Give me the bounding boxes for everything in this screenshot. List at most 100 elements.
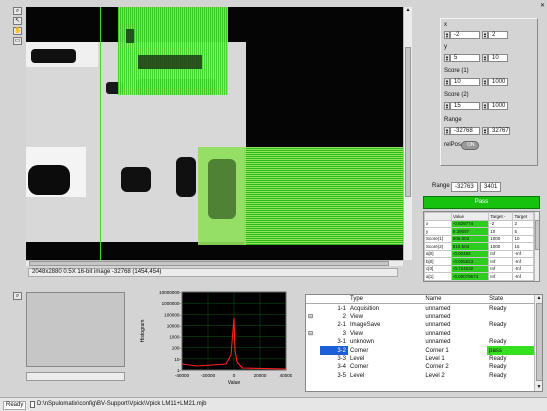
steps-row[interactable]: 1-1 Acquisition unnamed Ready (306, 304, 534, 313)
expand-icon[interactable] (306, 355, 320, 363)
results-header-cell[interactable]: Value (450, 212, 490, 221)
scroll-thumb[interactable] (405, 47, 411, 197)
step-type: Level (350, 372, 365, 379)
expand-icon[interactable] (306, 346, 320, 354)
score2-min-input[interactable]: 15 (450, 102, 480, 110)
rectangle-tool-icon[interactable]: ▭ (13, 37, 22, 45)
results-cell: -0.00484 (450, 249, 490, 258)
expand-icon[interactable] (306, 321, 320, 329)
results-cell: a[0] (424, 249, 452, 258)
steps-header-cell[interactable]: State (487, 295, 534, 305)
pan-tool-icon[interactable]: ✋ (13, 27, 22, 35)
results-row[interactable]: Score(2) 816.504 1000 15 (424, 242, 534, 251)
x-label: x (444, 22, 447, 28)
y-max-input[interactable]: 10 (488, 54, 508, 62)
results-row[interactable]: b[1]0.000956Inf-Inf (424, 279, 534, 281)
steps-row[interactable]: 3-2 Corner Corner 1 pass (306, 346, 534, 355)
expand-icon[interactable] (306, 363, 320, 371)
parameters-box: x ▲ ▼ -2 ▲ ▼ 2 y ▲ ▼ 5 ▲ ▼ 10 Score (1) ▲ ▼ 1… (440, 18, 538, 166)
results-row[interactable]: y 9.39097 10 5 (424, 227, 534, 236)
y-tick-label: 1000- (169, 335, 181, 340)
results-row[interactable]: b[0] -0.005823 Inf -Inf (424, 257, 534, 266)
steps-row[interactable]: 2-1 ImageSave unnamed Ready (306, 321, 534, 329)
results-header-cell[interactable]: Target (512, 212, 534, 221)
steps-row[interactable]: ⊟ 2 View unnamed (306, 313, 534, 321)
relpos-toggle-label: ON (467, 142, 475, 148)
x-min-input[interactable]: -2 (450, 31, 480, 39)
scroll-down-icon[interactable]: ▼ (535, 384, 542, 391)
steps-row[interactable]: 3-3 Level Level 1 Ready (306, 355, 534, 363)
y-label: y (444, 44, 447, 50)
results-header-cell[interactable]: Target - (488, 212, 514, 221)
results-row[interactable]: a[0] -0.00484 Inf -Inf (424, 249, 534, 258)
dark-blob (31, 49, 76, 63)
image-display[interactable] (26, 7, 403, 260)
x-max-input[interactable]: 2 (488, 31, 508, 39)
steps-header-cell[interactable]: Name (423, 295, 488, 305)
results-row[interactable]: Score(1) 506.003 1000 10 (424, 234, 534, 243)
results-cell: -Inf (512, 279, 534, 281)
scroll-thumb[interactable] (535, 220, 539, 250)
steps-panel: Type Name State 1-1 Acquisition unnamed Ready… (295, 286, 547, 395)
steps-row[interactable]: ⊟ 3 View unnamed (306, 330, 534, 338)
results-row[interactable]: c[0] -0.724532 Inf -Inf (424, 264, 534, 273)
score1-min-input[interactable]: 10 (450, 78, 480, 86)
results-cell: a[1] (424, 272, 452, 281)
preview-scrollbar[interactable] (26, 372, 125, 381)
zoom-tool-icon[interactable]: ⌕ (13, 292, 22, 300)
results-cell: 816.504 (450, 242, 490, 251)
expand-icon[interactable] (306, 338, 320, 346)
results-cell: -Inf (512, 257, 534, 266)
relpos-label: relPos (444, 142, 462, 148)
step-state (487, 330, 534, 338)
image-vertical-scrollbar[interactable]: ▲ (403, 7, 412, 260)
scroll-thumb[interactable] (29, 261, 389, 266)
scroll-up-icon[interactable]: ▲ (535, 295, 542, 302)
score2-max-input[interactable]: 1000 (488, 102, 508, 110)
results-header-cell[interactable] (424, 212, 452, 221)
step-name: Corner 1 (425, 347, 449, 354)
dark-blob (121, 167, 151, 192)
results-scrollbar[interactable] (534, 212, 539, 281)
results-cell: Inf (488, 257, 514, 266)
results-cell: -0.005823 (450, 257, 490, 266)
x-tick-label: 20000 (254, 373, 267, 378)
expand-icon[interactable] (306, 372, 320, 380)
scroll-up-icon[interactable]: ▲ (404, 7, 412, 14)
expand-icon[interactable]: ⊟ (306, 330, 320, 338)
close-icon[interactable]: ✕ (539, 3, 546, 10)
steps-header-cell[interactable] (306, 295, 348, 305)
steps-row[interactable]: 3-1 unknown unnamed Ready (306, 338, 534, 346)
expand-icon[interactable] (306, 304, 320, 313)
results-row[interactable]: x -0.829774 -2 2 (424, 219, 534, 228)
y-min-input[interactable]: 5 (450, 54, 480, 62)
expand-icon[interactable]: ⊟ (306, 313, 320, 321)
results-cell: 5 (512, 227, 534, 236)
steps-row[interactable]: 3-4 Corner Corner 2 Ready (306, 363, 534, 371)
score1-max-input[interactable]: 1000 (488, 78, 508, 86)
step-name: Corner 2 (425, 364, 449, 371)
range-max-input[interactable]: 32767 (488, 127, 510, 135)
relpos-toggle[interactable]: ON (461, 141, 479, 150)
step-type: Corner (350, 347, 369, 354)
roi-dark-mark (138, 55, 202, 69)
image-horizontal-scrollbar[interactable] (26, 260, 403, 266)
range-readout-min: -32763 (451, 182, 478, 192)
zoom-tool-icon[interactable]: ⌕ (13, 7, 22, 15)
range-min-input[interactable]: -32768 (450, 127, 480, 135)
scroll-thumb[interactable] (536, 303, 542, 381)
range-readout-label: Range (432, 183, 450, 189)
results-row[interactable]: a[1] -0.00079674 Inf -Inf (424, 272, 534, 281)
preview-display[interactable] (26, 292, 125, 367)
steps-header-cell[interactable]: Type (348, 295, 424, 305)
pointer-tool-icon[interactable]: ↖ (13, 17, 22, 25)
step-id: 3-2 (320, 346, 348, 355)
step-type: ImageSave (350, 322, 381, 329)
steps-scrollbar[interactable]: ▲ ▼ (534, 295, 542, 391)
range-label: Range (444, 117, 462, 123)
x-tick-label: 40000 (280, 373, 292, 378)
results-cell: Inf (488, 272, 514, 281)
x-axis-label: Value (228, 380, 241, 386)
steps-row[interactable]: 3-5 Level Level 2 Ready (306, 372, 534, 380)
step-name: unnamed (425, 339, 451, 346)
